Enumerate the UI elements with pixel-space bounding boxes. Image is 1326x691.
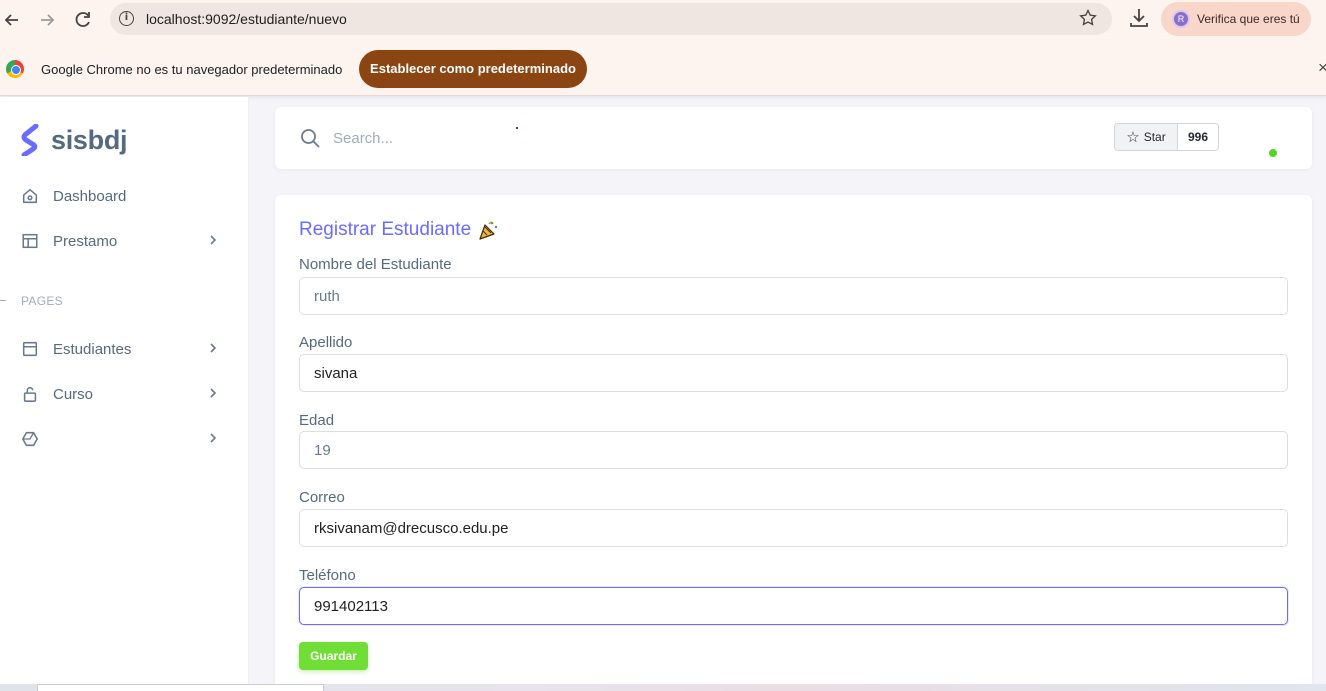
browser-toolbar: i localhost:9092/estudiante/nuevo R Veri… — [0, 0, 1326, 40]
brand[interactable]: sisbdj — [20, 124, 128, 156]
default-browser-infobar: Google Chrome no es tu navegador predete… — [0, 40, 1326, 96]
star-label: Star — [1143, 130, 1166, 144]
cursor-dot — [516, 127, 518, 129]
star-icon: ☆ — [1126, 128, 1140, 146]
party-popper-icon — [479, 221, 498, 240]
github-star-button[interactable]: ☆ Star 996 — [1114, 123, 1219, 151]
sidebar-item-label: Prestamo — [53, 232, 118, 250]
save-button[interactable]: Guardar — [299, 642, 368, 670]
forward-arrow-icon[interactable] — [35, 8, 59, 32]
online-status-dot — [1269, 149, 1277, 157]
github-star-label[interactable]: ☆ Star — [1115, 124, 1178, 150]
section-divider — [0, 300, 6, 301]
chevron-right-icon — [210, 388, 217, 398]
correo-label: Correo — [299, 489, 345, 506]
home-icon — [20, 186, 40, 206]
lock-icon — [20, 384, 40, 404]
infobar-close-icon[interactable]: × — [1318, 58, 1326, 78]
star-count[interactable]: 996 — [1178, 124, 1218, 150]
search-icon — [301, 129, 320, 148]
form-title: Registrar Estudiante — [299, 219, 499, 241]
sidebar: sisbdj Dashboard Prestamo PAGES Estudian… — [0, 97, 249, 691]
brand-name: sisbdj — [51, 124, 128, 155]
sidebar-item-estudiantes[interactable]: Estudiantes — [20, 337, 230, 361]
form-title-text: Registrar Estudiante — [299, 219, 472, 240]
window-icon — [20, 339, 40, 359]
apellido-label: Apellido — [299, 334, 353, 351]
cube-icon — [20, 429, 40, 449]
edad-label: Edad — [299, 412, 335, 429]
set-default-browser-button[interactable]: Establecer como predeterminado — [359, 50, 587, 88]
section-title-pages: PAGES — [21, 294, 63, 308]
profile-chip-label: Verifica que eres tú — [1197, 12, 1300, 26]
reload-icon[interactable] — [71, 8, 95, 32]
sidebar-item-dashboard[interactable]: Dashboard — [20, 184, 230, 208]
profile-verify-chip[interactable]: R Verifica que eres tú — [1161, 2, 1311, 36]
back-arrow-icon[interactable] — [0, 8, 24, 32]
register-student-form: Registrar Estudiante Nombre del Estudian… — [275, 195, 1312, 691]
sidebar-item-curso[interactable]: Curso — [20, 382, 230, 406]
chevron-right-icon — [210, 235, 217, 245]
chevron-right-icon — [210, 343, 217, 353]
chevron-right-icon — [210, 433, 217, 443]
search-input[interactable] — [333, 125, 533, 151]
brand-logo-icon — [21, 124, 39, 156]
apellido-input[interactable] — [299, 354, 1288, 392]
correo-input[interactable] — [299, 509, 1288, 547]
chrome-logo-icon — [6, 60, 24, 78]
telefono-input[interactable] — [299, 587, 1288, 625]
os-taskbar — [0, 684, 1326, 691]
sidebar-item-prestamo[interactable]: Prestamo — [20, 229, 230, 253]
telefono-label: Teléfono — [299, 567, 356, 584]
infobar-message: Google Chrome no es tu navegador predete… — [41, 62, 343, 77]
sidebar-item-label: Dashboard — [53, 187, 127, 205]
layout-icon — [20, 231, 40, 251]
site-info-icon[interactable]: i — [119, 11, 134, 26]
url-text[interactable]: localhost:9092/estudiante/nuevo — [146, 11, 347, 27]
address-bar[interactable]: i localhost:9092/estudiante/nuevo — [110, 3, 1112, 35]
bookmark-star-icon[interactable] — [1078, 8, 1098, 34]
nombre-input[interactable] — [299, 277, 1288, 315]
edad-input[interactable] — [299, 431, 1288, 469]
top-navbar: ☆ Star 996 — [275, 107, 1312, 169]
sidebar-item-label: Curso — [53, 385, 94, 403]
profile-avatar: R — [1172, 10, 1190, 28]
download-icon[interactable] — [1128, 6, 1150, 30]
taskbar-window-thumbnail[interactable] — [37, 684, 324, 691]
sidebar-item-misc[interactable] — [20, 427, 230, 451]
sidebar-item-label: Estudiantes — [53, 340, 132, 358]
nombre-label: Nombre del Estudiante — [299, 256, 452, 273]
